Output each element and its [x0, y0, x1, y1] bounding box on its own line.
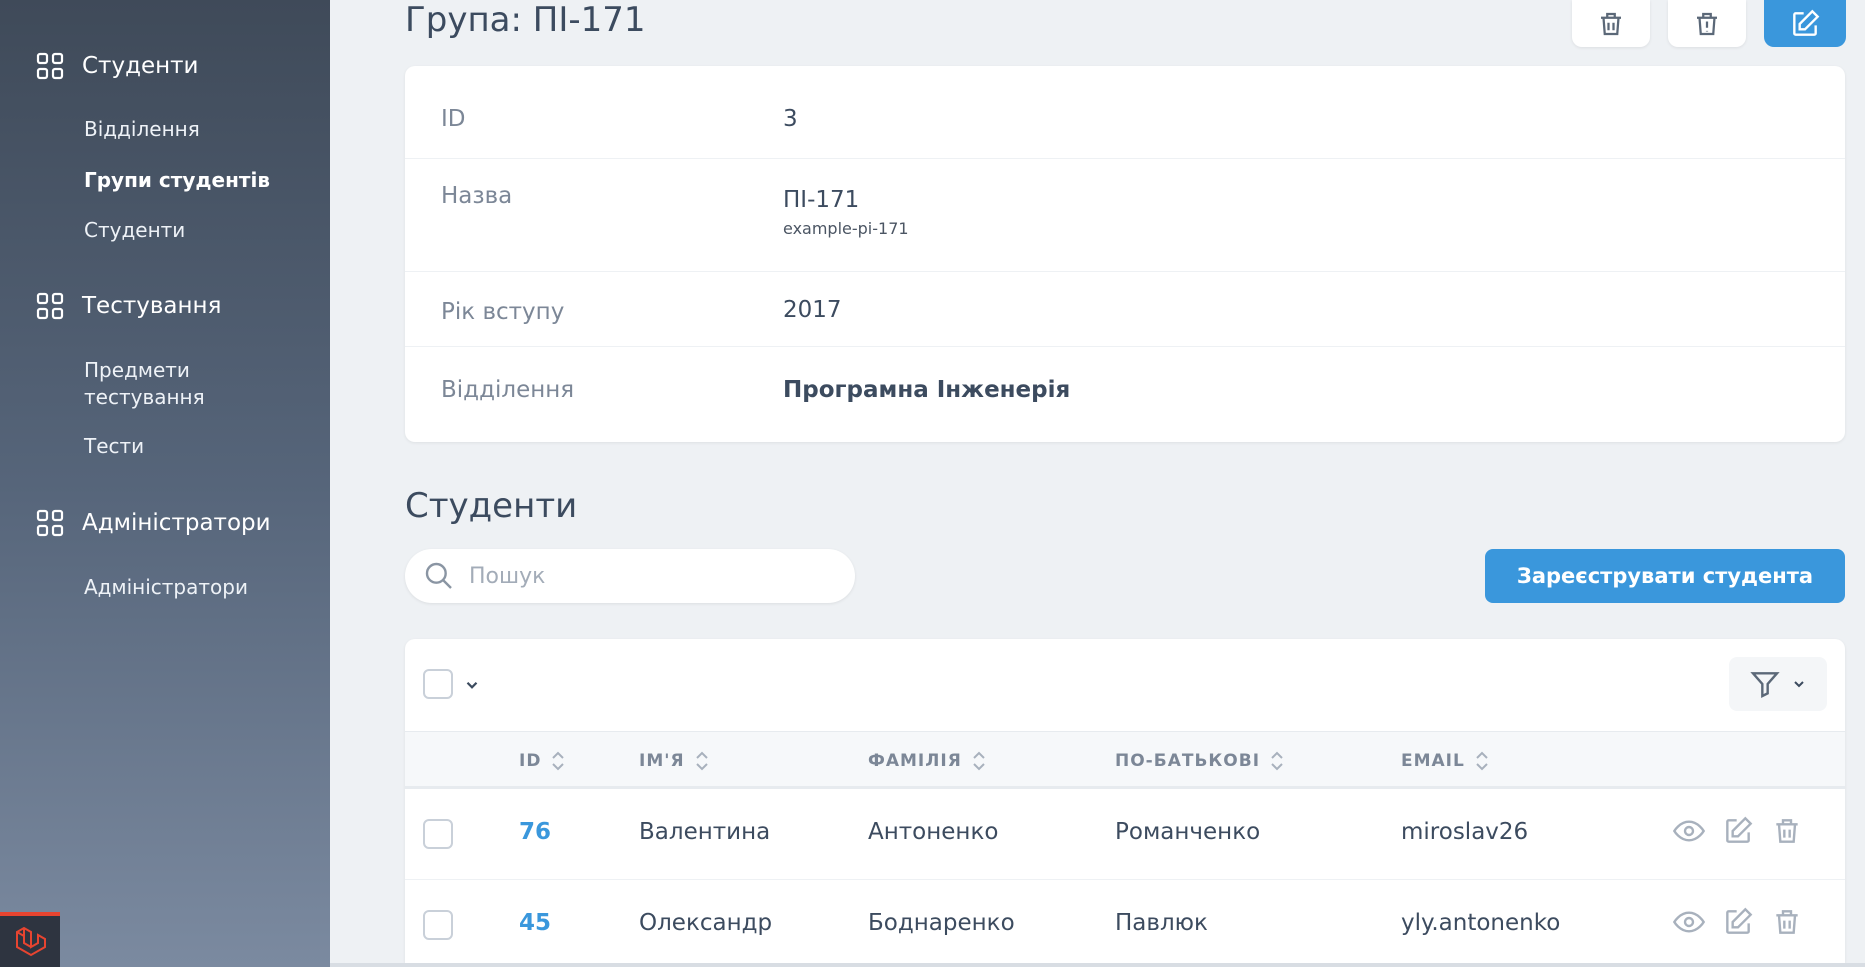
- cell-last-name: Антоненко: [868, 819, 999, 845]
- column-header-first-name[interactable]: ІМ'Я: [639, 750, 709, 772]
- column-label: ІМ'Я: [639, 751, 685, 771]
- sidebar-item-departments[interactable]: Відділення: [84, 116, 200, 143]
- edit-icon[interactable]: [1722, 815, 1754, 847]
- grid-icon: [36, 509, 64, 537]
- details-card: ID 3 Назва ПІ-171 example-pi-171 Рік вст…: [405, 66, 1845, 442]
- edit-icon[interactable]: [1722, 906, 1754, 938]
- sidebar-section-testing[interactable]: Тестування: [36, 292, 221, 320]
- column-label: ID: [519, 751, 542, 771]
- sidebar-section-admins[interactable]: Адміністратори: [36, 509, 271, 537]
- student-id-link[interactable]: 45: [519, 910, 551, 936]
- group-name: ПІ-171: [783, 187, 860, 213]
- detail-value: 2017: [783, 297, 842, 323]
- column-label: ПО-БАТЬКОВІ: [1115, 751, 1261, 771]
- column-header-middle-name[interactable]: ПО-БАТЬКОВІ: [1115, 750, 1284, 772]
- edit-icon: [1793, 9, 1820, 36]
- trash-icon[interactable]: [1771, 815, 1803, 847]
- detail-row-id: ID 3: [405, 66, 1845, 159]
- student-id-link[interactable]: 76: [519, 819, 551, 845]
- filter-button[interactable]: [1729, 657, 1827, 711]
- column-label: EMAIL: [1401, 751, 1465, 771]
- trash-alert-icon: [1697, 12, 1717, 35]
- laravel-logo-icon[interactable]: [0, 912, 60, 967]
- sidebar-section-students[interactable]: Студенти: [36, 52, 199, 80]
- students-heading: Студенти: [405, 486, 578, 526]
- sort-icon: [973, 751, 985, 771]
- search-input[interactable]: [469, 563, 809, 589]
- grid-icon: [36, 52, 64, 80]
- row-checkbox[interactable]: [423, 819, 453, 849]
- detail-label: Назва: [441, 183, 513, 209]
- grid-icon: [36, 292, 64, 320]
- cell-last-name: Боднаренко: [868, 910, 1015, 936]
- column-header-email[interactable]: EMAIL: [1401, 750, 1489, 772]
- edit-button[interactable]: [1764, 0, 1846, 47]
- trash-icon[interactable]: [1771, 906, 1803, 938]
- department-link[interactable]: Програмна Інженерія: [783, 377, 1070, 403]
- detail-value: ПІ-171 example-pi-171: [783, 187, 909, 238]
- table-row: 45 Олександр Боднаренко Павлюк yly.anton…: [405, 880, 1845, 967]
- cell-email: miroslav26: [1401, 819, 1529, 845]
- detail-label: ID: [441, 106, 466, 132]
- select-all-checkbox[interactable]: [423, 669, 453, 699]
- delete-button[interactable]: [1572, 0, 1650, 47]
- group-slug: example-pi-171: [783, 219, 909, 238]
- column-label: ФАМІЛІЯ: [868, 751, 962, 771]
- table-header: ID ІМ'Я ФАМІЛІЯ ПО-БАТЬКОВІ EMAIL: [405, 731, 1845, 789]
- force-delete-button[interactable]: [1668, 0, 1746, 47]
- row-checkbox[interactable]: [423, 910, 453, 940]
- sidebar-section-label: Студенти: [82, 53, 199, 79]
- cell-first-name: Олександр: [639, 910, 773, 936]
- column-header-last-name[interactable]: ФАМІЛІЯ: [868, 750, 986, 772]
- row-actions: [1673, 815, 1803, 847]
- sort-icon: [1271, 751, 1283, 771]
- sidebar-item-administrators[interactable]: Адміністратори: [84, 574, 248, 601]
- sort-icon: [695, 751, 708, 771]
- sidebar-item-student-groups[interactable]: Групи студентів: [84, 167, 270, 194]
- column-header-id[interactable]: ID: [519, 750, 565, 772]
- detail-row-department: Відділення Програмна Інженерія: [405, 347, 1845, 442]
- sort-icon: [552, 751, 565, 771]
- sidebar-item-test-subjects[interactable]: Предмети тестування: [84, 357, 224, 411]
- sidebar-section-label: Тестування: [82, 293, 222, 319]
- register-student-button[interactable]: Зареєструвати студента: [1485, 549, 1845, 603]
- detail-label: Рік вступу: [441, 299, 565, 325]
- chevron-down-icon[interactable]: [463, 676, 481, 694]
- eye-icon[interactable]: [1673, 815, 1705, 847]
- detail-row-name: Назва ПІ-171 example-pi-171: [405, 159, 1845, 272]
- table-row: 76 Валентина Антоненко Романченко mirosl…: [405, 789, 1845, 880]
- search-box[interactable]: [405, 549, 855, 603]
- cell-middle-name: Романченко: [1115, 819, 1261, 845]
- sidebar-item-tests[interactable]: Тести: [84, 433, 144, 460]
- cell-middle-name: Павлюк: [1115, 910, 1208, 936]
- sort-icon: [1476, 751, 1488, 771]
- detail-row-year: Рік вступу 2017: [405, 272, 1845, 347]
- trash-icon: [1601, 12, 1621, 35]
- sidebar: Студенти Відділення Групи студентів Студ…: [0, 0, 330, 967]
- horizontal-scrollbar[interactable]: [330, 963, 1865, 967]
- search-icon: [425, 562, 452, 589]
- sidebar-section-label: Адміністратори: [82, 510, 271, 536]
- page-title: Група: ПІ-171: [405, 0, 646, 40]
- row-actions: [1673, 906, 1803, 938]
- detail-value: 3: [783, 106, 798, 132]
- filter-icon: [1750, 672, 1780, 698]
- cell-first-name: Валентина: [639, 819, 771, 845]
- students-table: ID ІМ'Я ФАМІЛІЯ ПО-БАТЬКОВІ EMAIL 76 Вал…: [405, 639, 1845, 963]
- cell-email: yly.antonenko: [1401, 910, 1561, 936]
- sidebar-item-students[interactable]: Студенти: [84, 217, 185, 244]
- eye-icon[interactable]: [1673, 906, 1705, 938]
- detail-label: Відділення: [441, 377, 575, 403]
- chevron-down-icon: [1794, 681, 1804, 688]
